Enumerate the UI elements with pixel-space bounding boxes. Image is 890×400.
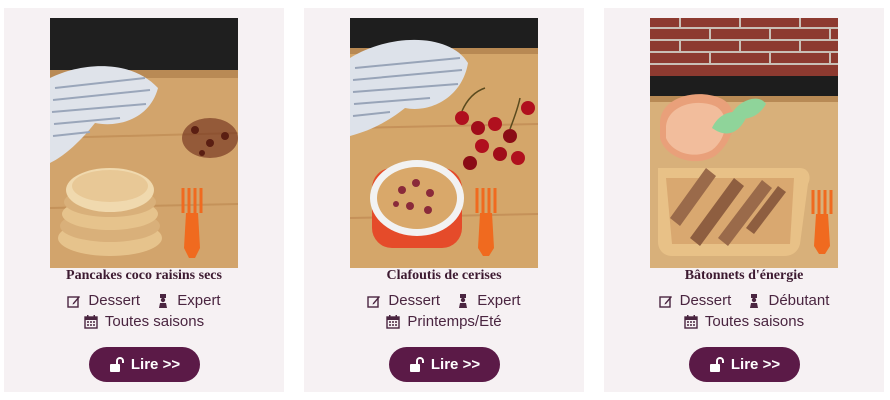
- recipe-meta-row: Dessert Débutant: [604, 292, 884, 312]
- read-button[interactable]: Lire >>: [689, 347, 800, 382]
- recipe-meta-row: Dessert Expert: [304, 292, 584, 312]
- recipe-season-label: Printemps/Eté: [407, 313, 502, 330]
- recipe-title[interactable]: Clafoutis de cerises: [304, 268, 584, 284]
- recipe-category: Dessert: [67, 292, 140, 309]
- calendar-icon: [84, 314, 98, 329]
- read-button[interactable]: Lire >>: [89, 347, 200, 382]
- unlock-icon: [109, 356, 124, 372]
- recipe-season: Toutes saisons: [684, 313, 804, 330]
- chef-icon: [459, 293, 468, 308]
- clafoutis-photo[interactable]: [350, 18, 538, 268]
- calendar-icon: [386, 314, 401, 329]
- unlock-icon: [709, 356, 724, 372]
- recipe-season-row: Printemps/Eté: [304, 313, 584, 333]
- edit-icon: [67, 295, 81, 308]
- recipe-category-label: Dessert: [388, 292, 441, 309]
- recipe-season-row: Toutes saisons: [4, 313, 284, 333]
- recipe-card-grid: Pancakes coco raisins secs Dessert Exper…: [0, 0, 890, 400]
- recipe-card: Bâtonnets d'énergie Dessert Débutant Tou…: [604, 8, 884, 392]
- recipe-title[interactable]: Pancakes coco raisins secs: [4, 268, 284, 284]
- recipe-category: Dessert: [658, 292, 732, 309]
- recipe-title[interactable]: Bâtonnets d'énergie: [604, 268, 884, 284]
- recipe-level-label: Débutant: [768, 292, 830, 309]
- recipe-season: Toutes saisons: [84, 313, 204, 330]
- recipe-category: Dessert: [367, 292, 440, 309]
- chef-icon: [159, 293, 168, 308]
- recipe-level: Débutant: [747, 292, 829, 309]
- recipe-level: Expert: [456, 292, 521, 309]
- recipe-season-label: Toutes saisons: [704, 313, 805, 330]
- read-button-label: Lire >>: [130, 356, 181, 373]
- calendar-icon: [684, 314, 698, 329]
- read-button[interactable]: Lire >>: [389, 347, 500, 382]
- energy-bars-photo[interactable]: [650, 18, 838, 268]
- chef-icon: [750, 293, 759, 308]
- recipe-meta-row: Dessert Expert: [4, 292, 284, 312]
- edit-icon: [367, 295, 381, 308]
- recipe-category-label: Dessert: [679, 292, 732, 309]
- read-button-label: Lire >>: [430, 356, 481, 373]
- recipe-season-row: Toutes saisons: [604, 313, 884, 333]
- recipe-season: Printemps/Eté: [386, 313, 502, 330]
- recipe-category-label: Dessert: [88, 292, 141, 309]
- pancakes-photo[interactable]: [50, 18, 238, 268]
- recipe-card: Clafoutis de cerises Dessert Expert Prin…: [304, 8, 584, 392]
- recipe-level-label: Expert: [477, 292, 521, 309]
- recipe-level-label: Expert: [177, 292, 221, 309]
- unlock-icon: [409, 356, 424, 372]
- read-button-label: Lire >>: [730, 356, 781, 373]
- recipe-card: Pancakes coco raisins secs Dessert Exper…: [4, 8, 284, 392]
- recipe-level: Expert: [156, 292, 221, 309]
- recipe-season-label: Toutes saisons: [104, 313, 205, 330]
- edit-icon: [658, 295, 672, 308]
